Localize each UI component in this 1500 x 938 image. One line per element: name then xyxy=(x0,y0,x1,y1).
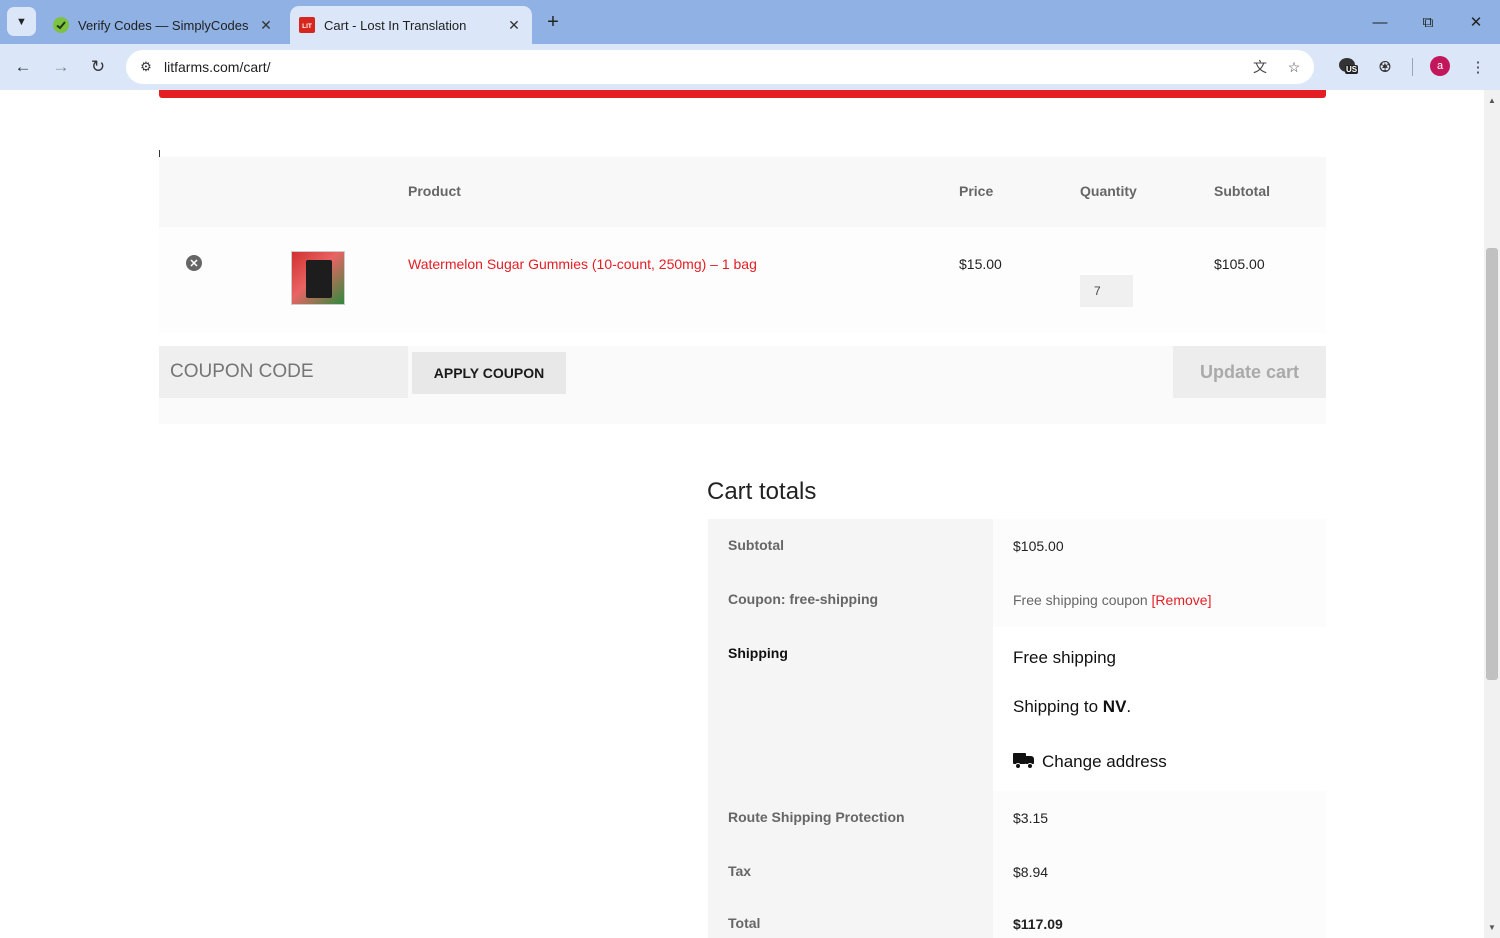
svg-text:LIT: LIT xyxy=(302,23,312,30)
item-price: $15.00 xyxy=(959,256,1002,272)
litfarms-icon: LIT xyxy=(299,17,315,33)
restore-icon: ⧉ xyxy=(1422,13,1434,31)
product-name-link[interactable]: Watermelon Sugar Gummies (10-count, 250m… xyxy=(408,256,757,272)
item-subtotal: $105.00 xyxy=(1214,256,1265,272)
update-cart-button[interactable]: Update cart xyxy=(1173,346,1326,398)
close-window-button[interactable]: ✕ xyxy=(1452,0,1500,44)
tax-label: Tax xyxy=(728,863,752,879)
tab-title: Verify Codes — SimplyCodes xyxy=(78,17,249,33)
new-tab-button[interactable]: + xyxy=(540,10,566,34)
page-viewport: Product Price Quantity Subtotal ✕ Waterm… xyxy=(0,90,1484,938)
shipping-state: NV xyxy=(1102,697,1127,716)
header-accent-bar xyxy=(159,90,1326,98)
scroll-up-icon[interactable]: ▲ xyxy=(1488,96,1496,105)
chevron-down-icon: ▼ xyxy=(16,15,27,28)
reload-icon: ↻ xyxy=(90,57,106,76)
header-subtotal: Subtotal xyxy=(1214,183,1270,199)
translate-icon[interactable]: 文 xyxy=(1248,55,1272,79)
star-icon[interactable]: ☆ xyxy=(1282,55,1306,79)
truck-icon xyxy=(1013,752,1035,769)
reload-button[interactable]: ↻ xyxy=(84,53,112,81)
arrow-left-icon: ← xyxy=(14,57,32,76)
totals-row-total: Total $117.09 xyxy=(708,899,1326,938)
totals-row-tax: Tax $8.94 xyxy=(708,845,1326,899)
close-icon[interactable]: ✕ xyxy=(256,15,276,35)
simplycodes-icon xyxy=(53,17,69,33)
totals-row-coupon: Coupon: free-shipping Free shipping coup… xyxy=(708,573,1326,627)
tab-search-button[interactable]: ▼ xyxy=(7,7,36,36)
profile-avatar[interactable]: a xyxy=(1430,56,1450,76)
close-icon: ✕ xyxy=(1469,14,1483,31)
vpn-extension-icon[interactable]: US xyxy=(1334,53,1362,81)
header-product: Product xyxy=(408,183,461,199)
change-address-label: Change address xyxy=(1042,752,1167,771)
more-menu-icon[interactable]: ⋮ xyxy=(1464,53,1492,81)
remove-coupon-link[interactable]: [Remove] xyxy=(1152,592,1212,608)
site-settings-icon[interactable]: ⚙ xyxy=(134,55,158,79)
tab-simplycodes[interactable]: Verify Codes — SimplyCodes ✕ xyxy=(44,6,284,44)
total-label: Total xyxy=(728,915,761,931)
minimize-button[interactable]: — xyxy=(1356,0,1404,44)
shipping-label: Shipping xyxy=(728,645,788,661)
tab-cart[interactable]: LIT Cart - Lost In Translation ✕ xyxy=(290,6,532,44)
route-value: $3.15 xyxy=(1013,810,1049,826)
quantity-input[interactable]: 7 xyxy=(1080,275,1133,307)
totals-row-route: Route Shipping Protection $3.15 xyxy=(708,791,1326,845)
table-row: ✕ Watermelon Sugar Gummies (10-count, 25… xyxy=(159,227,1326,333)
address-bar[interactable]: ⚙ litfarms.com/cart/ 文 ☆ xyxy=(126,50,1314,84)
total-value: $117.09 xyxy=(1013,916,1063,932)
totals-row-subtotal: Subtotal $105.00 xyxy=(708,519,1326,573)
tax-value: $8.94 xyxy=(1013,864,1049,880)
restore-button[interactable]: ⧉ xyxy=(1404,0,1452,44)
back-button[interactable]: ← xyxy=(9,53,37,81)
route-label: Route Shipping Protection xyxy=(728,809,905,825)
page-scrollbar[interactable]: ▲ ▼ xyxy=(1484,90,1500,938)
plus-icon: + xyxy=(547,10,559,33)
extension-badge: US xyxy=(1345,65,1359,74)
tab-strip: ▼ Verify Codes — SimplyCodes ✕ LIT Cart … xyxy=(0,0,1500,44)
change-address-link[interactable]: Change address xyxy=(1013,752,1167,772)
coupon-value: Free shipping coupon xyxy=(1013,592,1148,608)
header-quantity: Quantity xyxy=(1080,183,1137,199)
extensions-puzzle-icon[interactable]: ♼ xyxy=(1371,53,1399,81)
cart-actions: APPLY COUPON Update cart xyxy=(159,346,1326,424)
cart-table-header: Product Price Quantity Subtotal xyxy=(159,157,1326,227)
toolbar-divider xyxy=(1412,58,1413,76)
scroll-down-icon[interactable]: ▼ xyxy=(1488,923,1496,932)
totals-row-shipping: Shipping Free shipping Shipping to NV. C… xyxy=(708,627,1326,791)
browser-toolbar: ← → ↻ ⚙ litfarms.com/cart/ 文 ☆ US ♼ ⋮ xyxy=(0,44,1500,90)
arrow-right-icon: → xyxy=(52,57,70,76)
coupon-label: Coupon: free-shipping xyxy=(728,591,879,607)
forward-button[interactable]: → xyxy=(47,53,75,81)
apply-coupon-button[interactable]: APPLY COUPON xyxy=(412,352,566,394)
shipping-method: Free shipping xyxy=(1013,648,1117,667)
tab-title: Cart - Lost In Translation xyxy=(324,17,467,33)
minimize-icon: — xyxy=(1372,13,1388,31)
shipping-destination: Shipping to NV. xyxy=(1013,697,1132,716)
product-thumbnail[interactable] xyxy=(291,251,345,305)
subtotal-label: Subtotal xyxy=(728,537,784,553)
coupon-code-input[interactable] xyxy=(159,346,408,398)
url-text[interactable]: litfarms.com/cart/ xyxy=(164,59,271,75)
close-icon[interactable]: ✕ xyxy=(504,15,524,35)
scrollbar-thumb[interactable] xyxy=(1486,248,1498,680)
header-price: Price xyxy=(959,183,994,199)
remove-item-icon[interactable]: ✕ xyxy=(186,255,202,271)
cart-totals-title: Cart totals xyxy=(707,478,817,505)
subtotal-value: $105.00 xyxy=(1013,538,1064,554)
